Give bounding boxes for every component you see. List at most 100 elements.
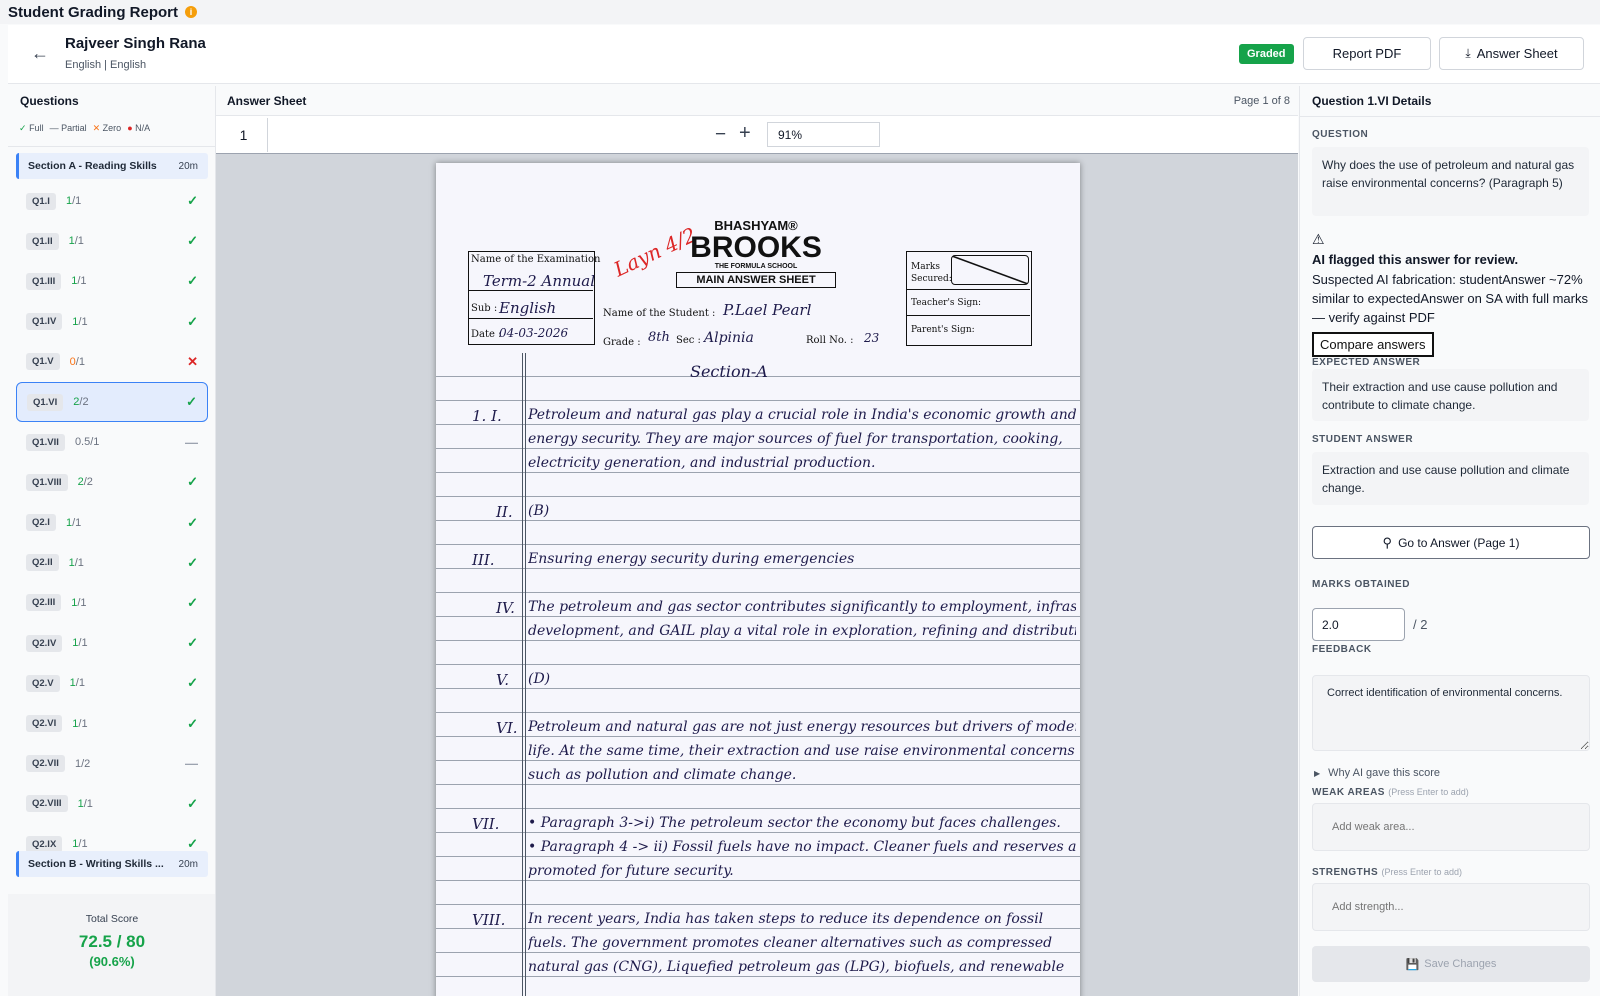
question-row[interactable]: Q1.I 1/1 ✓ [16, 181, 208, 221]
x-icon: ✕ [92, 123, 101, 133]
student-value: P.Lael Pearl [723, 301, 812, 319]
question-row[interactable]: Q1.III 1/1 ✓ [16, 261, 208, 301]
check-icon: ✓ [187, 554, 198, 570]
brand-sub: THE FORMULA SCHOOL [714, 263, 798, 270]
section-name: Section A - Reading Skills [28, 160, 157, 172]
student-answer-text: Extraction and use cause pollution and c… [1312, 452, 1589, 505]
marks-slash [951, 255, 1029, 285]
download-icon: ⤓ [1465, 46, 1471, 60]
weak-areas-hint: (Press Enter to add) [1388, 787, 1469, 797]
report-pdf-button[interactable]: Report PDF [1303, 37, 1431, 70]
score-total: 1 [78, 355, 85, 368]
marks-caption: MARKS OBTAINED [1312, 579, 1410, 590]
weak-area-input[interactable] [1312, 803, 1590, 851]
exam-label: Name of the Examination [471, 254, 601, 265]
back-arrow-icon[interactable]: ← [28, 41, 52, 65]
total-score-label: Total Score [85, 913, 139, 925]
questions-sidebar: Questions ✓ Full — Partial ✕ Zero ● N/A … [8, 86, 216, 996]
question-row[interactable]: Q1.VII 0.5/1 — [16, 422, 208, 462]
warning-icon: ⚠ [1312, 231, 1325, 247]
check-icon: ✓ [187, 474, 198, 490]
question-row[interactable]: Q2.VIII 1/1 ✓ [16, 784, 208, 824]
answer-number: 1. I. [472, 407, 502, 425]
question-row[interactable]: Q1.IV 1/1 ✓ [16, 302, 208, 342]
legend-na: N/A [135, 123, 151, 133]
question-row[interactable]: Q2.III 1/1 ✓ [16, 583, 208, 623]
question-id: Q2.III [26, 594, 62, 612]
answer-sheet-button[interactable]: ⤓ Answer Sheet [1439, 37, 1584, 70]
date-value: 04-03-2026 [499, 326, 569, 340]
strength-input[interactable] [1312, 883, 1590, 931]
answer-line: Petroleum and natural gas are not just e… [528, 719, 1076, 735]
answer-line: • Paragraph 3->i) The petroleum sector t… [528, 815, 1061, 831]
section-heading: Section-A [690, 362, 768, 381]
legend-zero: Zero [102, 123, 122, 133]
check-icon: ✓ [187, 594, 198, 610]
question-row[interactable]: Q2.I 1/1 ✓ [16, 503, 208, 543]
question-id: Q1.III [26, 272, 62, 290]
question-score: 1/1 [65, 516, 82, 529]
zoom-in-icon[interactable]: + [739, 122, 751, 145]
check-icon: ✓ [187, 795, 198, 811]
grade-value: 8th [648, 330, 670, 345]
why-label: Why AI gave this score [1328, 767, 1441, 779]
question-id: Q1.VIII [26, 473, 68, 491]
question-row[interactable]: Q2.VI 1/1 ✓ [16, 703, 208, 743]
section-a-header[interactable]: Section A - Reading Skills 20m [16, 153, 208, 179]
question-row[interactable]: Q2.II 1/1 ✓ [16, 543, 208, 583]
question-row[interactable]: Q1.VI 2/2 ✓ [16, 381, 208, 423]
student-caption: STUDENT ANSWER [1312, 434, 1414, 445]
answer-number: VII. [472, 815, 500, 833]
question-row[interactable]: Q2.IV 1/1 ✓ [16, 623, 208, 663]
viewer-header: Answer Sheet Page 1 of 8 [216, 86, 1298, 116]
viewer-title: Answer Sheet [227, 94, 307, 108]
expected-caption: EXPECTED ANSWER [1312, 357, 1421, 368]
divider [1300, 116, 1600, 117]
parent-sign-label: Parent's Sign: [911, 325, 975, 335]
marks-label: Marks Secured: [911, 262, 952, 284]
save-icon: 💾 [1405, 958, 1420, 971]
question-score: 1/1 [72, 717, 88, 730]
save-changes-button[interactable]: 💾 Save Changes [1312, 946, 1590, 982]
app-title: Student Grading Report [8, 3, 178, 21]
question-row[interactable]: Q1.II 1/1 ✓ [16, 221, 208, 261]
compare-answers-button[interactable]: Compare answers [1312, 332, 1434, 357]
dash-icon: — [185, 756, 198, 772]
check-icon: ✓ [19, 123, 27, 133]
margin-line [522, 353, 526, 996]
student-name: Rajveer Singh Rana [65, 35, 206, 52]
why-ai-score-toggle[interactable]: ▶ Why AI gave this score [1314, 767, 1440, 779]
question-row[interactable]: Q2.V 1/1 ✓ [16, 663, 208, 703]
question-details-panel: Question 1.VI Details QUESTION Why does … [1299, 86, 1600, 996]
go-to-answer-button[interactable]: ⚲ Go to Answer (Page 1) [1312, 526, 1590, 559]
marks-obtained-input[interactable] [1312, 608, 1405, 641]
score-total: 1 [81, 838, 88, 851]
legend-partial: Partial [61, 123, 87, 133]
page-number-input[interactable]: 1 [220, 118, 268, 152]
question-score: 1/1 [77, 797, 93, 810]
feedback-textarea[interactable]: Correct identification of environmental … [1312, 675, 1590, 751]
answer-line: • Paragraph 4 -> ii) Fossil fuels have n… [528, 839, 1076, 855]
info-icon[interactable]: i [185, 6, 197, 18]
question-score: 0.5/1 [74, 436, 100, 449]
question-score: 1/1 [72, 315, 88, 328]
answer-line: fuels. The government promotes cleaner a… [528, 935, 1053, 951]
check-icon: ✓ [187, 836, 198, 852]
score-total: 1 [77, 556, 84, 569]
zoom-input[interactable] [767, 122, 880, 147]
question-list: Q1.I 1/1 ✓ Q1.II 1/1 ✓ Q1.III 1/1 ✓ Q1.IV 1/1 ✓ Q1.V… [16, 181, 208, 864]
score-total: 1 [93, 436, 100, 449]
question-score: 2/2 [77, 476, 93, 489]
question-row[interactable]: Q1.V 0/1 ✕ [16, 342, 208, 382]
section-b-header[interactable]: Section B - Writing Skills ... 20m [16, 851, 208, 877]
date-label: Date : [471, 329, 502, 340]
question-row[interactable]: Q1.VIII 2/2 ✓ [16, 462, 208, 502]
answer-line: natural gas (CNG), Liquefied petroleum g… [528, 959, 1065, 975]
question-id: Q1.II [26, 232, 59, 250]
brand-main: BROOKS [690, 231, 822, 264]
legend-full: Full [29, 123, 44, 133]
question-row[interactable]: Q2.VII 1/2 — [16, 744, 208, 784]
zoom-out-icon[interactable]: − [715, 124, 726, 146]
score-total: 1 [81, 717, 88, 730]
check-icon: ✓ [187, 675, 198, 691]
